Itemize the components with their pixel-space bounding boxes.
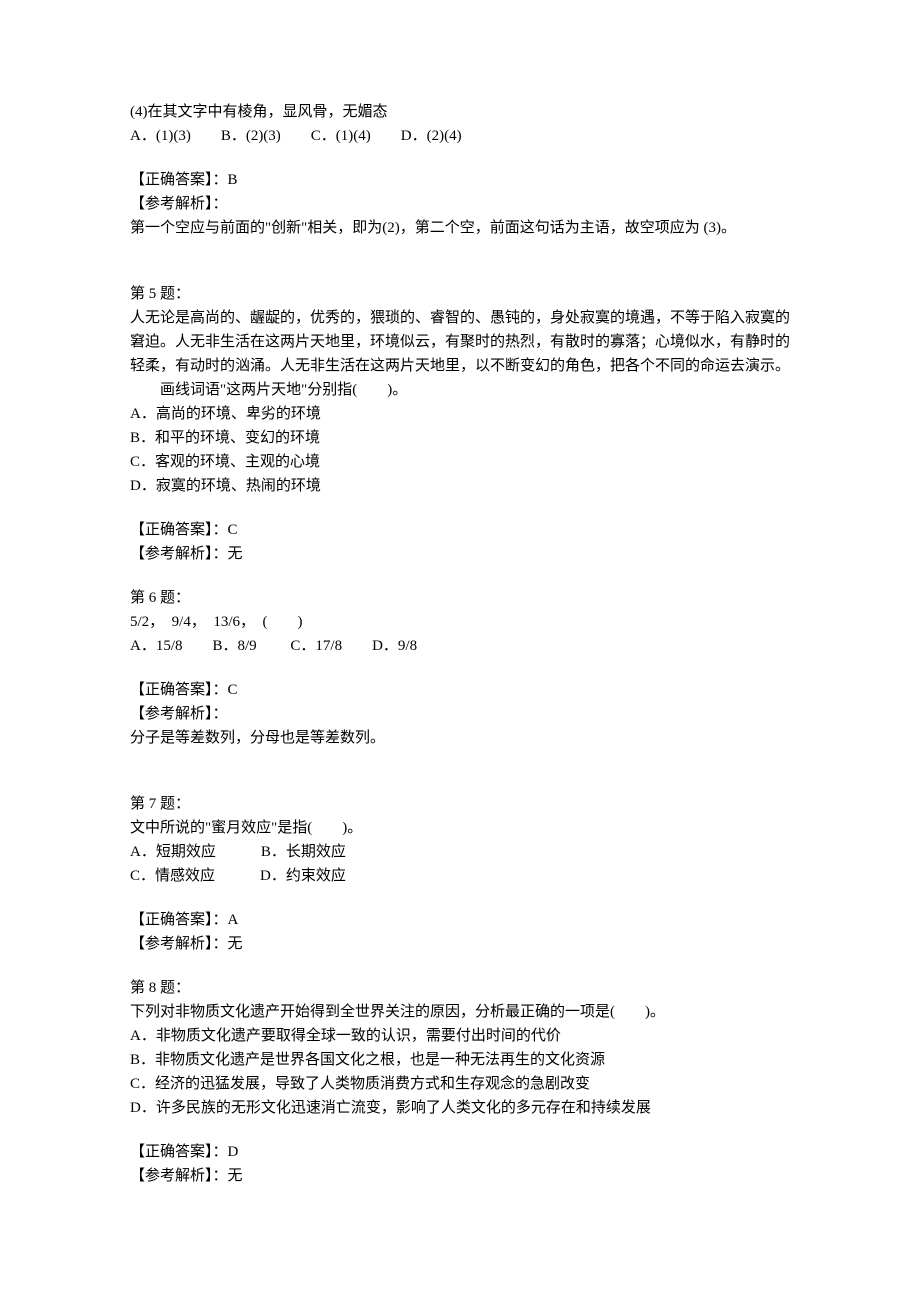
q4-options: A．(1)(3) B．(2)(3) C．(1)(4) D．(2)(4) — [130, 124, 790, 148]
q5-title: 第 5 题： — [130, 282, 790, 306]
q8-explain: 【参考解析】：无 — [130, 1164, 790, 1188]
q8-option-b: B．非物质文化遗产是世界各国文化之根，也是一种无法再生的文化资源 — [130, 1048, 790, 1072]
q7-explain: 【参考解析】：无 — [130, 932, 790, 956]
q5-paragraph: 人无论是高尚的、龌龊的，优秀的，猥琐的、睿智的、愚钝的，身处寂寞的境遇，不等于陷… — [130, 306, 790, 378]
q6-title: 第 6 题： — [130, 586, 790, 610]
q6-options: A．15/8 B．8/9 C．17/8 D．9/8 — [130, 634, 790, 658]
q8-option-d: D．许多民族的无形文化迅速消亡流变，影响了人类文化的多元存在和持续发展 — [130, 1096, 790, 1120]
q5-option-a: A．高尚的环境、卑劣的环境 — [130, 402, 790, 426]
q7-answer: 【正确答案】：A — [130, 908, 790, 932]
q8-stem: 下列对非物质文化遗产开始得到全世界关注的原因，分析最正确的一项是( )。 — [130, 1000, 790, 1024]
document-page: (4)在其文字中有棱角，显风骨，无媚态 A．(1)(3) B．(2)(3) C．… — [0, 0, 920, 1248]
q8-option-c: C．经济的迅猛发展，导致了人类物质消费方式和生存观念的急剧改变 — [130, 1072, 790, 1096]
q6-answer: 【正确答案】：C — [130, 678, 790, 702]
q5-question: 画线词语"这两片天地"分别指( )。 — [130, 378, 790, 402]
q8-title: 第 8 题： — [130, 976, 790, 1000]
q5-option-b: B．和平的环境、变幻的环境 — [130, 426, 790, 450]
q5-explain: 【参考解析】：无 — [130, 542, 790, 566]
q8-option-a: A．非物质文化遗产要取得全球一致的认识，需要付出时间的代价 — [130, 1024, 790, 1048]
q6-explain-label: 【参考解析】： — [130, 702, 790, 726]
q8-answer: 【正确答案】：D — [130, 1140, 790, 1164]
q5-option-c: C．客观的环境、主观的心境 — [130, 450, 790, 474]
q4-stem-line4: (4)在其文字中有棱角，显风骨，无媚态 — [130, 100, 790, 124]
q5-option-d: D．寂寞的环境、热闹的环境 — [130, 474, 790, 498]
q4-explain-label: 【参考解析】： — [130, 192, 790, 216]
q7-options-line1: A．短期效应 B．长期效应 — [130, 840, 790, 864]
q6-explain-text: 分子是等差数列，分母也是等差数列。 — [130, 726, 790, 750]
q7-options-line2: C．情感效应 D．约束效应 — [130, 864, 790, 888]
q7-stem: 文中所说的"蜜月效应"是指( )。 — [130, 816, 790, 840]
q4-explain-text: 第一个空应与前面的"创新"相关，即为(2)，第二个空，前面这句话为主语，故空项应… — [130, 216, 790, 240]
q5-answer: 【正确答案】：C — [130, 518, 790, 542]
q7-title: 第 7 题： — [130, 792, 790, 816]
q6-stem: 5/2， 9/4， 13/6， ( ) — [130, 610, 790, 634]
q4-answer: 【正确答案】：B — [130, 168, 790, 192]
